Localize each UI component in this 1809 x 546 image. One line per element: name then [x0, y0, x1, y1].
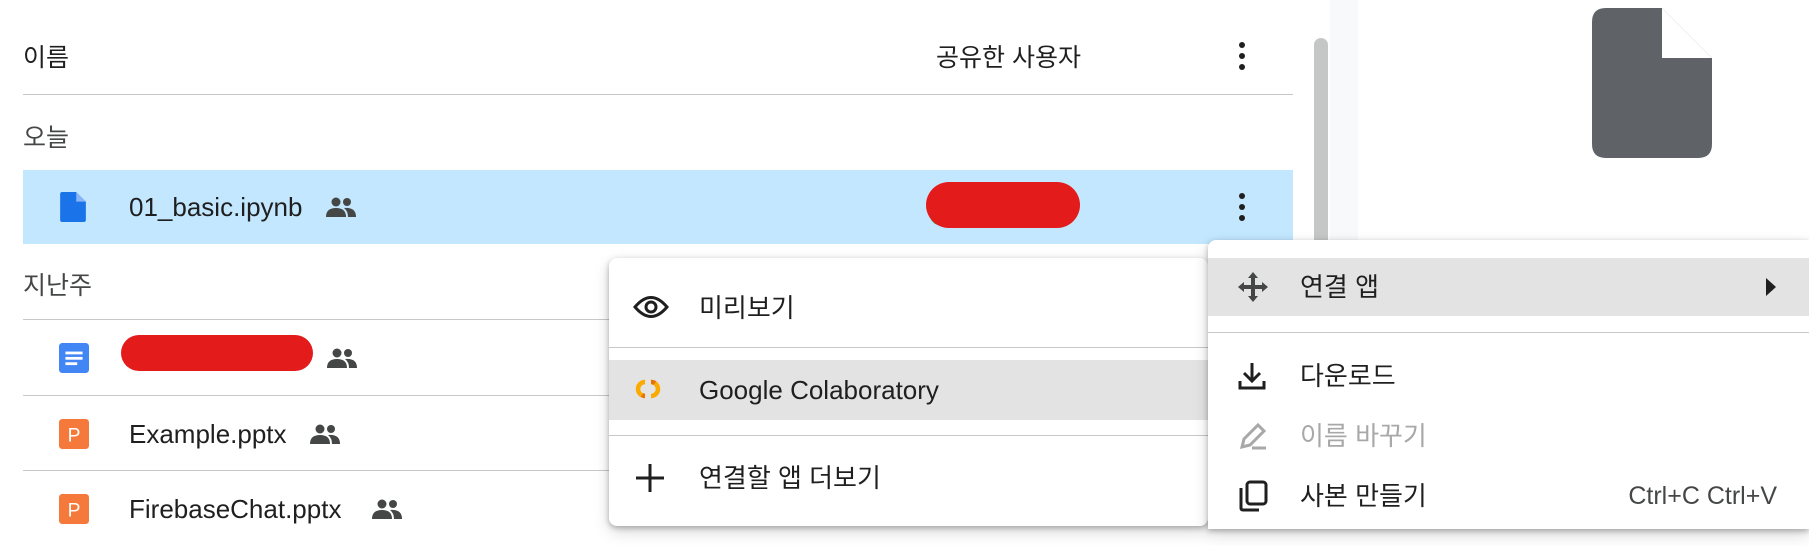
menu-item-download[interactable]: 다운로드: [1208, 346, 1809, 406]
file-name: Example.pptx: [129, 419, 287, 449]
open-with-submenu: 미리보기 Google Colaboratory 연결할 앱 더보기: [609, 258, 1208, 526]
column-header-shared[interactable]: 공유한 사용자: [936, 38, 1081, 74]
submenu-arrow-icon: [1766, 278, 1776, 296]
context-menu: 연결 앱 다운로드 이름 바꾸기 사본 만들기 Ctrl+C Ctrl+V: [1208, 240, 1809, 529]
menu-divider: [609, 347, 1208, 348]
file-icon: [60, 192, 86, 222]
menu-item-label: Google Colaboratory: [699, 375, 939, 405]
menu-item-rename[interactable]: 이름 바꾸기: [1208, 406, 1809, 466]
move-icon: [1238, 272, 1268, 302]
header-divider: [23, 94, 1293, 95]
file-name: 01_basic.ipynb: [129, 192, 303, 222]
menu-item-google-colaboratory[interactable]: Google Colaboratory: [609, 360, 1208, 420]
menu-item-label: 연결할 앱 더보기: [699, 463, 881, 493]
copy-icon: [1239, 480, 1268, 512]
shortcut-hint: Ctrl+C Ctrl+V: [1628, 482, 1777, 510]
section-today: 오늘: [23, 124, 70, 152]
eye-icon: [633, 296, 669, 318]
colab-icon: [635, 379, 661, 399]
plus-icon: [636, 464, 664, 492]
menu-item-label: 이름 바꾸기: [1300, 421, 1427, 451]
row-divider: [23, 470, 613, 471]
row-divider: [23, 395, 613, 396]
row-more-icon[interactable]: [1238, 193, 1246, 221]
menu-item-open-with[interactable]: 연결 앱: [1208, 258, 1809, 316]
svg-text:P: P: [68, 426, 81, 447]
menu-item-label: 미리보기: [699, 293, 795, 323]
shared-icon: [372, 499, 402, 519]
menu-item-label: 다운로드: [1300, 361, 1396, 391]
slides-icon: P: [59, 494, 89, 524]
docs-icon: [59, 343, 89, 373]
header-more-icon[interactable]: [1238, 42, 1246, 70]
menu-item-label: 연결 앱: [1300, 272, 1379, 302]
file-name: FirebaseChat.pptx: [129, 494, 342, 524]
menu-divider: [1208, 332, 1809, 333]
shared-icon: [327, 348, 357, 368]
shared-icon: [326, 197, 356, 217]
menu-item-make-copy[interactable]: 사본 만들기 Ctrl+C Ctrl+V: [1208, 466, 1809, 526]
slides-icon: P: [59, 419, 89, 449]
shared-icon: [310, 424, 340, 444]
rename-icon: [1239, 422, 1267, 450]
column-header-name[interactable]: 이름: [23, 38, 69, 74]
section-last-week: 지난주: [23, 272, 93, 300]
download-icon: [1238, 363, 1266, 390]
file-preview-icon: [1592, 8, 1712, 158]
menu-item-label: 사본 만들기: [1300, 481, 1427, 511]
file-row[interactable]: 01_basic.ipynb: [23, 170, 1293, 244]
svg-text:P: P: [68, 501, 81, 522]
menu-item-preview[interactable]: 미리보기: [609, 268, 1208, 348]
redacted-owner: [926, 182, 1080, 228]
redacted-file-name: [121, 335, 313, 371]
row-divider: [23, 319, 613, 320]
menu-item-more-apps[interactable]: 연결할 앱 더보기: [609, 438, 1208, 518]
menu-divider: [609, 435, 1208, 436]
